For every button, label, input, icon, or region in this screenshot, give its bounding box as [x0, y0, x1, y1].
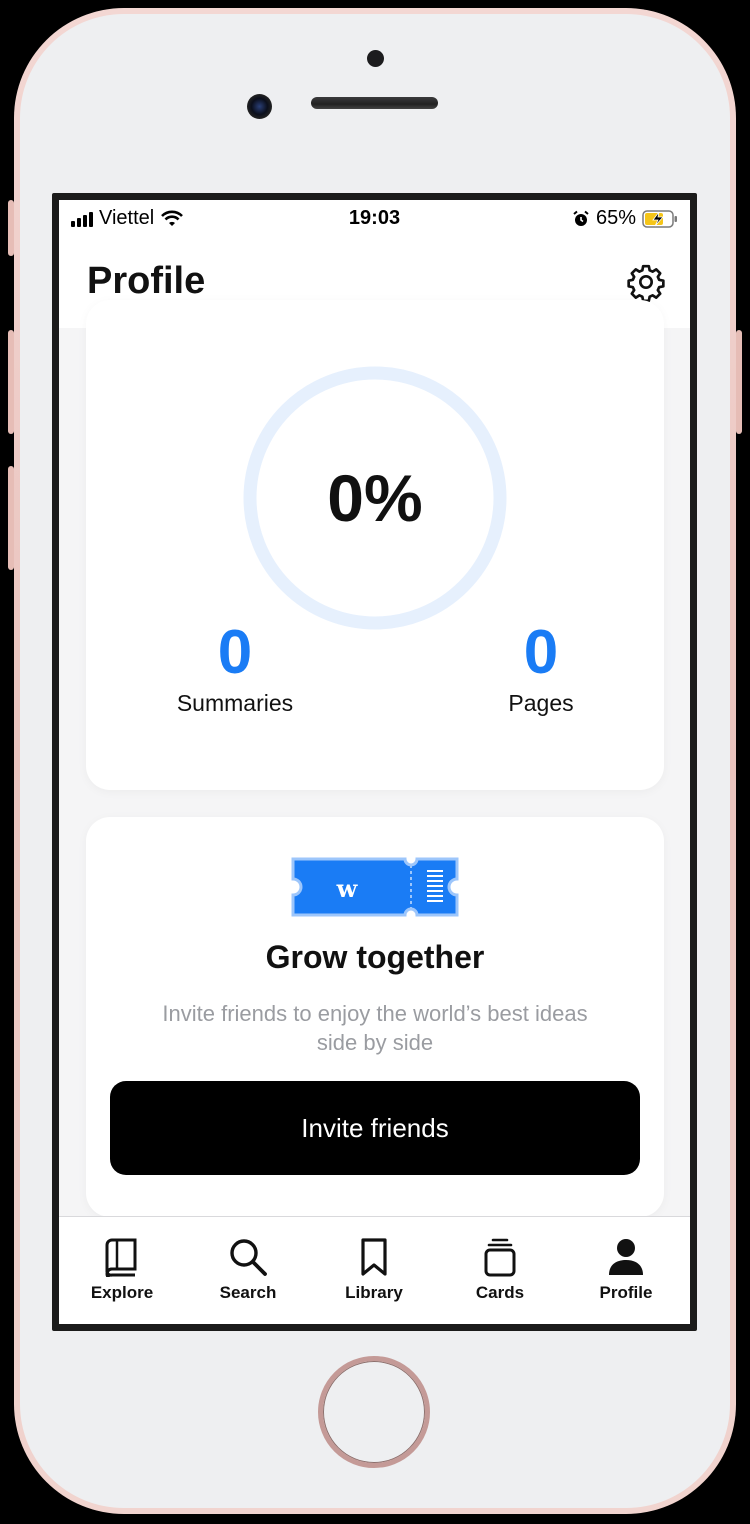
power-button [736, 330, 742, 434]
home-button[interactable] [318, 1356, 430, 1468]
tab-label: Search [219, 1283, 277, 1302]
front-camera [247, 94, 272, 119]
progress-percent: 0% [327, 461, 423, 535]
tab-cards[interactable]: Cards [445, 1237, 555, 1303]
stat-label: Pages [508, 690, 574, 716]
gear-icon[interactable] [626, 262, 666, 302]
person-icon [609, 1239, 643, 1275]
bookmark-icon [361, 1238, 387, 1276]
invite-card: w Grow together Invite friends to enjoy … [86, 817, 664, 1217]
svg-text:w: w [336, 874, 359, 903]
tab-library[interactable]: Library [319, 1237, 429, 1303]
book-icon [105, 1238, 137, 1277]
invite-title: Grow together [265, 939, 485, 975]
battery-percent: 65% [595, 207, 636, 229]
tab-explore[interactable]: Explore [67, 1237, 177, 1303]
proximity-sensor [367, 50, 384, 67]
tab-bar: Explore Search Library Cards Profile [59, 1216, 690, 1324]
stat-pages[interactable]: 0 Pages [441, 620, 641, 717]
invite-friends-button[interactable]: Invite friends [110, 1081, 640, 1175]
volume-down-button [8, 466, 14, 570]
earpiece-speaker [311, 97, 438, 109]
search-icon [230, 1239, 267, 1276]
status-bar: Viettel 19:03 65% [59, 200, 690, 236]
app-screen: Viettel 19:03 65% Profile 0% 0 Summaries… [59, 200, 690, 1324]
stat-label: Summaries [176, 690, 294, 716]
silent-switch [8, 200, 14, 256]
volume-up-button [8, 330, 14, 434]
stat-value: 0 [217, 618, 253, 687]
tab-label: Profile [599, 1283, 653, 1302]
invite-subtitle-line-1: Invite friends to enjoy the world’s best… [162, 1001, 588, 1026]
stat-summaries[interactable]: 0 Summaries [135, 620, 335, 717]
alarm-icon [573, 210, 589, 226]
tab-search[interactable]: Search [193, 1237, 303, 1303]
invite-subtitle: Invite friends to enjoy the world’s best… [126, 999, 624, 1057]
invite-subtitle-line-2: side by side [316, 1030, 434, 1055]
tab-profile[interactable]: Profile [571, 1237, 681, 1303]
page-title: Profile [87, 260, 206, 302]
stat-value: 0 [523, 618, 559, 687]
tab-label: Library [345, 1283, 403, 1302]
battery-charging-icon [642, 209, 677, 228]
cards-icon [484, 1238, 516, 1277]
progress-card: 0% 0 Summaries 0 Pages [86, 300, 664, 790]
ticket-icon: w [291, 857, 459, 917]
tab-label: Cards [475, 1283, 525, 1302]
tab-label: Explore [90, 1283, 154, 1302]
